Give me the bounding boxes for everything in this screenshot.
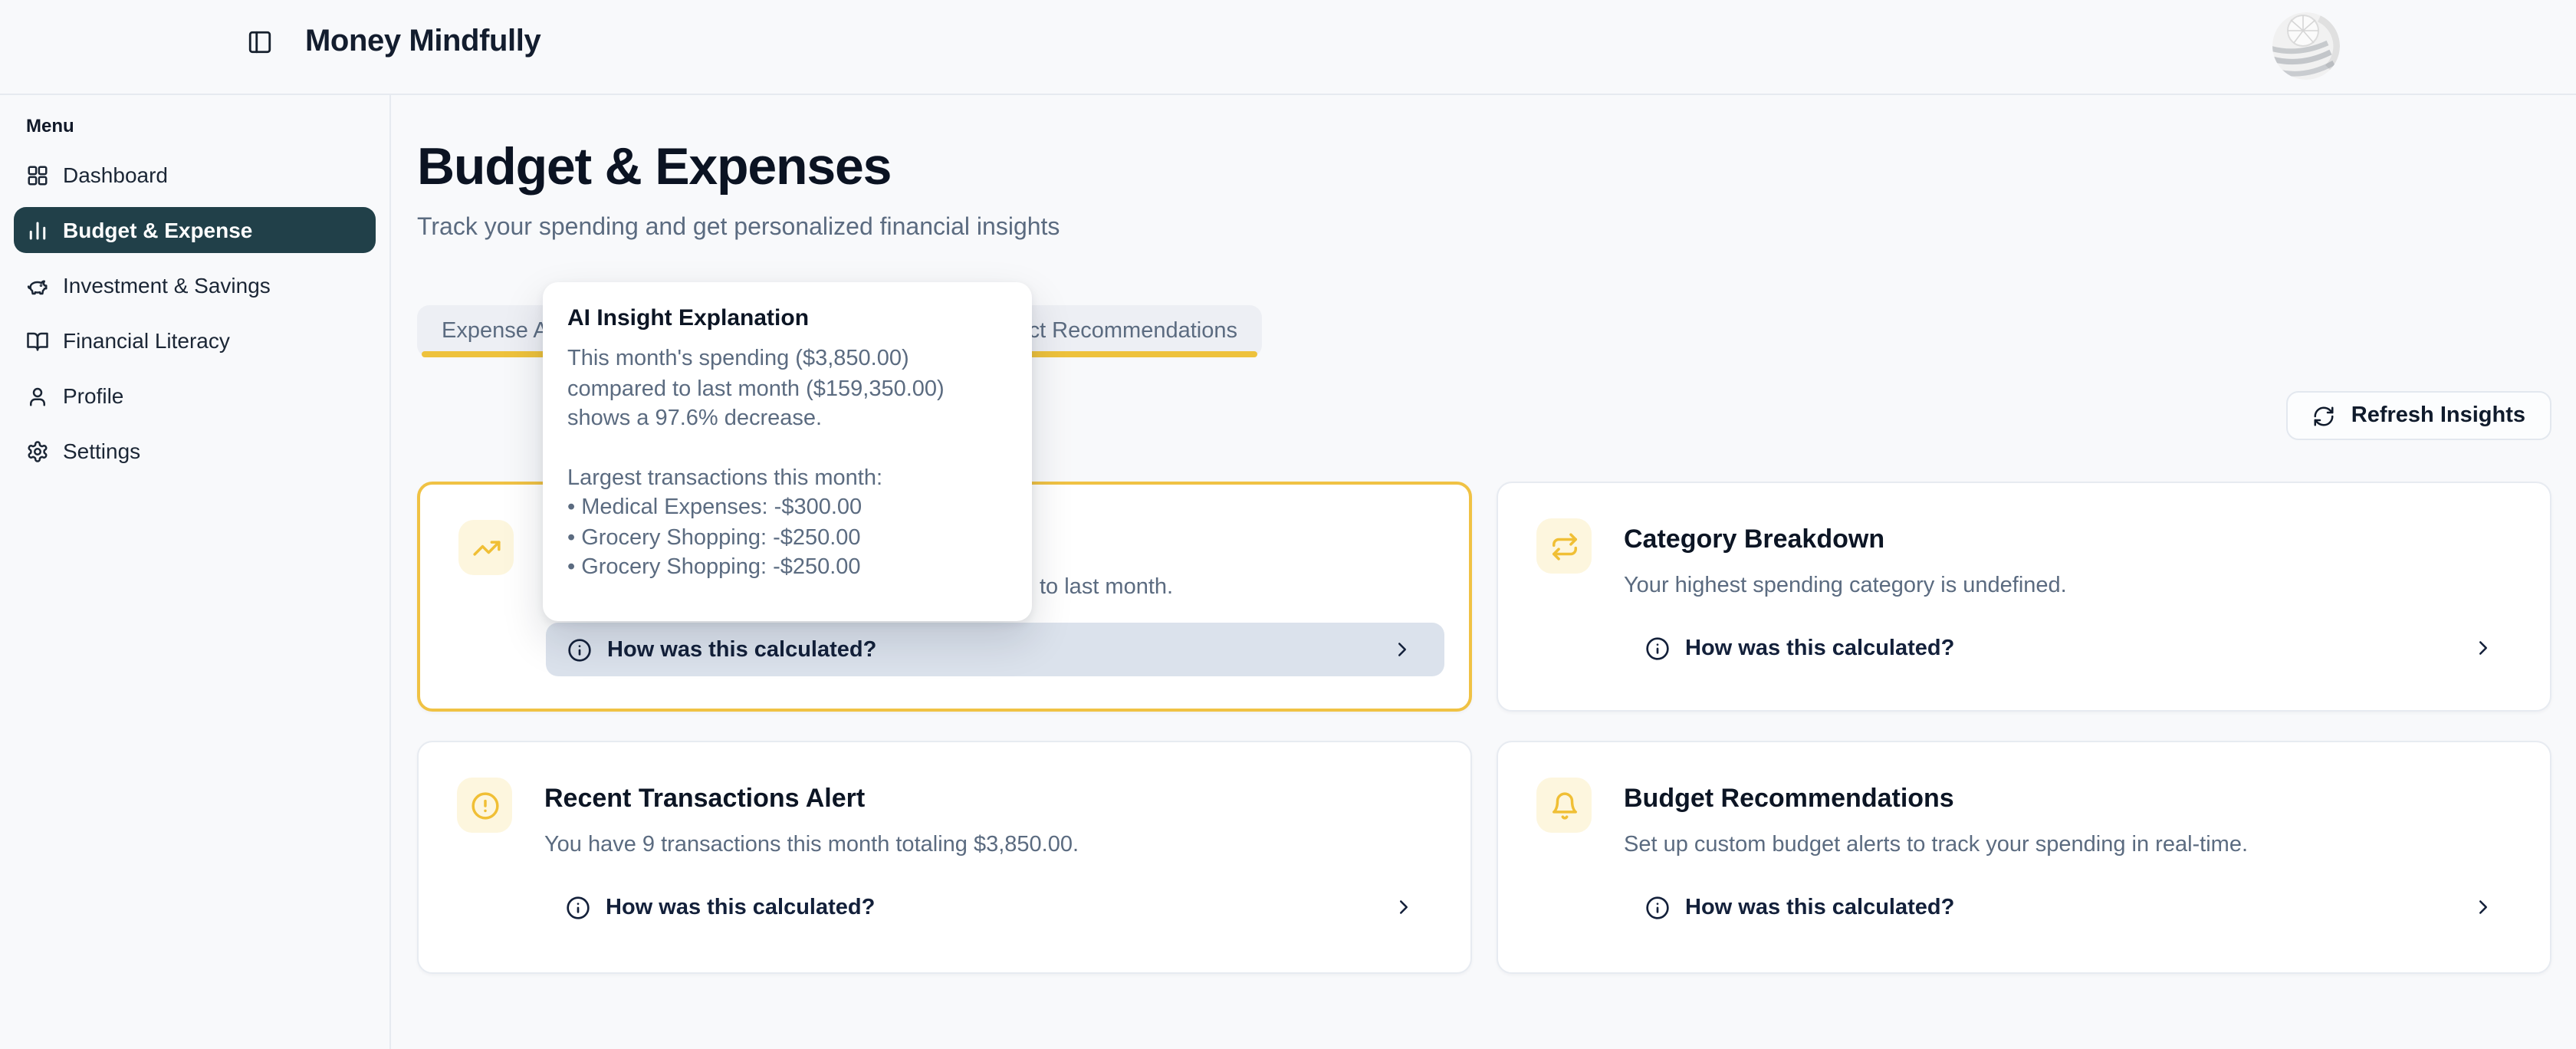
alert-circle-icon — [457, 778, 512, 833]
page-subtitle: Track your spending and get personalized… — [417, 212, 2551, 244]
how-calculated-label: How was this calculated? — [606, 895, 875, 919]
refresh-insights-label: Refresh Insights — [2351, 403, 2525, 428]
info-icon — [1645, 895, 1670, 919]
how-calculated-button[interactable]: How was this calculated? — [546, 623, 1444, 676]
popover-bullet: • Grocery Shopping: -$250.00 — [567, 554, 1007, 584]
sidebar-item-settings[interactable]: Settings — [14, 428, 376, 474]
sidebar-item-label: Investment & Savings — [63, 273, 271, 298]
gear-icon — [26, 439, 49, 462]
chevron-right-icon — [2472, 896, 2495, 919]
how-calculated-label: How was this calculated? — [1685, 636, 1954, 660]
sidebar-item-label: Profile — [63, 383, 123, 408]
chevron-right-icon — [2472, 636, 2495, 659]
avatar[interactable] — [2272, 12, 2340, 80]
card-description: You have 9 transactions this month total… — [544, 831, 1079, 860]
sidebar-item-label: Dashboard — [63, 163, 168, 187]
popover-title: AI Insight Explanation — [567, 305, 1007, 331]
how-calculated-button[interactable]: How was this calculated? — [1624, 621, 2525, 675]
user-icon — [26, 384, 49, 407]
how-calculated-button[interactable]: How was this calculated? — [544, 880, 1446, 934]
popover-bullet: • Grocery Shopping: -$250.00 — [567, 524, 1007, 554]
book-open-icon — [26, 329, 49, 352]
card-budget-recommendations: Budget Recommendations Set up custom bud… — [1497, 741, 2551, 974]
card-description: Your highest spending category is undefi… — [1624, 572, 2067, 601]
chevron-right-icon — [1391, 638, 1414, 661]
ai-insight-popover: AI Insight Explanation This month's spen… — [543, 282, 1032, 621]
sidebar-item-label: Budget & Expense — [63, 218, 252, 242]
how-calculated-button[interactable]: How was this calculated? — [1624, 880, 2525, 934]
sidebar-item-financial-literacy[interactable]: Financial Literacy — [14, 317, 376, 363]
page-title: Budget & Expenses — [417, 136, 2551, 198]
card-description-fragment: to last month. — [1040, 574, 1173, 603]
dashboard-grid-icon — [26, 163, 49, 186]
bar-chart-icon — [26, 219, 49, 242]
how-calculated-label: How was this calculated? — [1685, 895, 1954, 919]
card-title: Category Breakdown — [1624, 523, 1884, 555]
info-icon — [1645, 636, 1670, 660]
info-icon — [567, 637, 592, 662]
popover-paragraph: This month's spending ($3,850.00) compar… — [567, 345, 1007, 435]
card-description: Set up custom budget alerts to track you… — [1624, 831, 2248, 860]
card-category-breakdown: Category Breakdown Your highest spending… — [1497, 482, 2551, 712]
sidebar-item-profile[interactable]: Profile — [14, 373, 376, 419]
app-header: Money Mindfully — [0, 0, 2576, 95]
popover-bullet: • Medical Expenses: -$300.00 — [567, 494, 1007, 524]
app-root: Money Mindfully Menu — [0, 0, 2576, 1049]
panel-left-icon — [246, 28, 272, 54]
how-calculated-label: How was this calculated? — [607, 637, 876, 662]
chevron-right-icon — [1392, 896, 1415, 919]
card-recent-transactions-alert: Recent Transactions Alert You have 9 tra… — [417, 741, 1472, 974]
sidebar-item-label: Financial Literacy — [63, 328, 230, 353]
info-icon — [566, 895, 590, 919]
piggy-bank-icon — [26, 274, 49, 297]
refresh-icon — [2313, 404, 2336, 427]
card-title: Budget Recommendations — [1624, 782, 1954, 814]
card-title: Recent Transactions Alert — [544, 782, 865, 814]
sidebar-item-label: Settings — [63, 439, 140, 463]
sidebar-item-investment-savings[interactable]: Investment & Savings — [14, 262, 376, 308]
sidebar-item-budget-expense[interactable]: Budget & Expense — [14, 207, 376, 253]
trending-up-icon — [458, 520, 514, 575]
sidebar-menu-label: Menu — [26, 115, 389, 136]
bell-icon — [1536, 778, 1592, 833]
popover-list-heading: Largest transactions this month: — [567, 464, 1007, 494]
sidebar-item-dashboard[interactable]: Dashboard — [14, 152, 376, 198]
app-title: Money Mindfully — [305, 23, 540, 60]
sidebar-toggle-button[interactable] — [238, 20, 281, 63]
repeat-icon — [1536, 518, 1592, 574]
refresh-insights-button[interactable]: Refresh Insights — [2287, 391, 2551, 440]
sidebar: Menu Dashboard Budget & Expense — [0, 94, 391, 1049]
